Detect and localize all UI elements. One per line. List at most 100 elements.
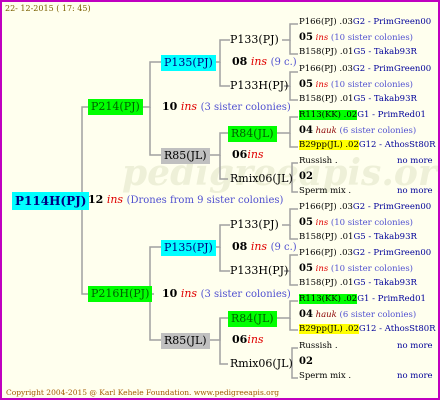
root-info: 12 ins (Drones from 9 sister colonies) <box>88 193 284 206</box>
gen5-row[interactable]: 05 ins (10 sister colonies) <box>299 32 413 43</box>
gen5-link[interactable]: no more <box>397 156 433 166</box>
gen5-row[interactable]: B29pp(JL) .02G12 - AthosSt80R <box>299 140 436 150</box>
gen5-note: (10 sister colonies) <box>328 80 413 90</box>
gen5-name: P166(PJ) .03 <box>299 202 353 212</box>
gen5-link[interactable]: G2 - PrimGreen00 <box>353 202 431 212</box>
gen5-row[interactable]: B158(PJ) .01G5 - Takab93R <box>299 94 417 104</box>
gen3-top-r85-info: 06ins <box>232 148 264 161</box>
gen3-bottom-p135-info: 08 ins (9 c.) <box>232 240 297 253</box>
gen5-row[interactable]: 05 ins (10 sister colonies) <box>299 263 413 274</box>
gen5-name: P166(PJ) .03 <box>299 64 353 74</box>
gen3-top-p135[interactable]: P135(PJ) <box>161 55 216 71</box>
gen5-name: B29pp(JL) .02 <box>299 324 359 334</box>
gen5-ins: ins <box>312 33 329 43</box>
gen5-link[interactable]: G5 - Takab93R <box>353 232 416 242</box>
gen5-ins: ins <box>312 80 329 90</box>
gen5-link[interactable]: G12 - AthosSt80R <box>359 324 436 334</box>
gen3-bottom-r85-info: 06ins <box>232 333 264 346</box>
gen5-row[interactable]: B158(PJ) .01G5 - Takab93R <box>299 278 417 288</box>
gen5-name: B158(PJ) .01 <box>299 94 354 104</box>
father-info: 10 ins (3 sister colonies) <box>162 100 291 113</box>
gen4-p133h-bottom[interactable]: P133H(PJ) <box>230 264 288 277</box>
gen5-row[interactable]: Russish . no more <box>299 341 433 351</box>
gen5-name: 05 <box>299 32 313 43</box>
gen5-link[interactable]: no more <box>397 341 433 351</box>
gen5-name: B158(PJ) .01 <box>299 232 354 242</box>
gen3-bottom-p135[interactable]: P135(PJ) <box>161 240 216 256</box>
gen5-name: R113(KK) .02 <box>299 110 358 120</box>
gen5-link[interactable]: G2 - PrimGreen00 <box>353 64 431 74</box>
gen3-top-p135-info: 08 ins (9 c.) <box>232 55 297 68</box>
gen5-link[interactable]: G1 - PrimRed01 <box>357 110 426 120</box>
gen3-bottom-r85[interactable]: R85(JL) <box>161 333 210 349</box>
gen5-row[interactable]: R113(KK) .02G1 - PrimRed01 <box>299 110 426 120</box>
gen5-name: 04 <box>299 309 313 320</box>
gen5-note: (6 sister colonies) <box>336 310 417 320</box>
gen5-row[interactable]: Sperm mix . no more <box>299 371 433 381</box>
copyright: Copyright 2004-2015 @ Karl Kehele Founda… <box>6 388 280 397</box>
gen5-name: Russish . <box>299 156 338 166</box>
gen5-row[interactable]: P166(PJ) .03G2 - PrimGreen00 <box>299 202 431 212</box>
gen5-name: 05 <box>299 79 313 90</box>
gen4-p133h-top[interactable]: P133H(PJ) <box>230 79 288 92</box>
gen5-name: Sperm mix . <box>299 371 352 381</box>
gen5-row[interactable]: P166(PJ) .03G2 - PrimGreen00 <box>299 248 431 258</box>
gen5-name: R113(KK) .02 <box>299 294 358 304</box>
gen5-name: P166(PJ) .03 <box>299 17 353 27</box>
gen4-p133-bottom[interactable]: P133(PJ) <box>230 218 279 231</box>
gen5-ins: ins <box>312 264 329 274</box>
gen5-row[interactable]: R113(KK) .02G1 - PrimRed01 <box>299 294 426 304</box>
mother-info: 10 ins (3 sister colonies) <box>162 287 291 300</box>
gen5-link[interactable]: G5 - Takab93R <box>353 94 416 104</box>
gen5-name: 02 <box>299 171 313 182</box>
gen5-row[interactable]: Sperm mix . no more <box>299 186 433 196</box>
gen5-link[interactable]: G5 - Takab93R <box>353 278 416 288</box>
gen5-row[interactable]: 05 ins (10 sister colonies) <box>299 217 413 228</box>
gen5-row[interactable]: B29pp(JL) .02G12 - AthosSt80R <box>299 324 436 334</box>
gen5-ins: ins <box>312 218 329 228</box>
gen5-link[interactable]: no more <box>397 186 433 196</box>
mother-queen[interactable]: P216H(PJ) <box>88 286 153 302</box>
gen5-note: (10 sister colonies) <box>328 218 413 228</box>
root-queen[interactable]: P114H(PJ) <box>12 192 90 210</box>
gen5-row[interactable]: P166(PJ) .03G2 - PrimGreen00 <box>299 64 431 74</box>
gen5-row[interactable]: Russish . no more <box>299 156 433 166</box>
gen5-row[interactable]: 04 hauk (6 sister colonies) <box>299 309 416 320</box>
gen5-link[interactable]: G1 - PrimRed01 <box>357 294 426 304</box>
gen5-link[interactable]: G5 - Takab93R <box>353 47 416 57</box>
gen3-top-r85[interactable]: R85(JL) <box>161 148 210 164</box>
gen5-ins: hauk <box>312 126 337 136</box>
gen4-r84-bottom[interactable]: R84(JL) <box>228 311 277 327</box>
pedigree-frame: pedigreeapis.org 22- 12-2015 (17: 45) P… <box>0 0 440 400</box>
gen5-row[interactable]: 04 hauk (6 sister colonies) <box>299 125 416 136</box>
gen5-name: 05 <box>299 217 313 228</box>
gen5-link[interactable]: G2 - PrimGreen00 <box>353 248 431 258</box>
gen5-row[interactable]: B158(PJ) .01G5 - Takab93R <box>299 232 417 242</box>
father-queen[interactable]: P214(PJ) <box>88 99 143 115</box>
gen5-name: Russish . <box>299 341 338 351</box>
gen5-name: B29pp(JL) .02 <box>299 140 359 150</box>
gen5-note: (10 sister colonies) <box>328 264 413 274</box>
gen5-row[interactable]: P166(PJ) .03G2 - PrimGreen00 <box>299 17 431 27</box>
gen5-note: (6 sister colonies) <box>336 126 417 136</box>
gen4-rmix-top[interactable]: Rmix06(JL) <box>230 172 293 185</box>
gen5-note: (10 sister colonies) <box>328 33 413 43</box>
gen5-link[interactable]: G12 - AthosSt80R <box>359 140 436 150</box>
gen5-row[interactable]: 05 ins (10 sister colonies) <box>299 79 413 90</box>
gen5-name: 04 <box>299 125 313 136</box>
gen5-link[interactable]: G2 - PrimGreen00 <box>353 17 431 27</box>
gen4-r84-top[interactable]: R84(JL) <box>228 126 277 142</box>
gen4-rmix-bottom[interactable]: Rmix06(JL) <box>230 357 293 370</box>
gen5-name: P166(PJ) .03 <box>299 248 353 258</box>
gen4-p133-top[interactable]: P133(PJ) <box>230 33 279 46</box>
gen5-name: B158(PJ) .01 <box>299 47 354 57</box>
gen5-name: B158(PJ) .01 <box>299 278 354 288</box>
gen5-row[interactable]: 02 <box>299 356 313 367</box>
gen5-ins: hauk <box>312 310 337 320</box>
gen5-row[interactable]: B158(PJ) .01G5 - Takab93R <box>299 47 417 57</box>
gen5-name: 05 <box>299 263 313 274</box>
gen5-row[interactable]: 02 <box>299 171 313 182</box>
date-stamp: 22- 12-2015 ( 17: 45) <box>5 4 91 13</box>
gen5-link[interactable]: no more <box>397 371 433 381</box>
gen5-name: 02 <box>299 356 313 367</box>
